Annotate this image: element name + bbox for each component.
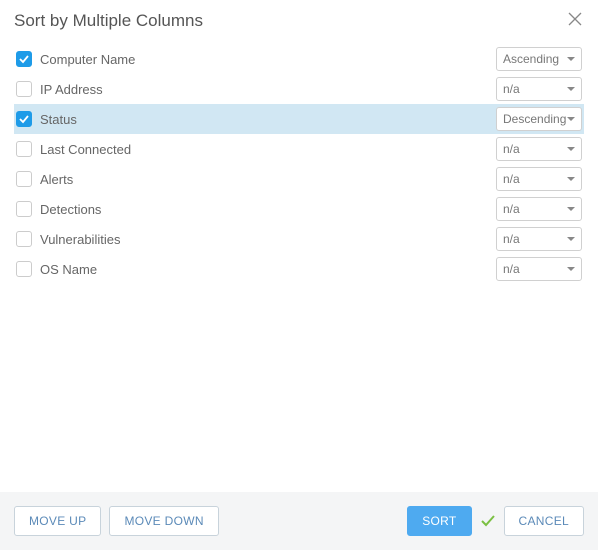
column-row-left: Detections — [16, 201, 101, 217]
order-select[interactable]: n/a — [496, 227, 582, 251]
column-row[interactable]: Status Descending — [14, 104, 584, 134]
column-row[interactable]: Detections n/a — [14, 194, 584, 224]
order-select[interactable]: n/a — [496, 77, 582, 101]
order-select[interactable]: Ascending — [496, 47, 582, 71]
success-check-icon — [480, 513, 496, 529]
column-row[interactable]: Computer Name Ascending — [14, 44, 584, 74]
order-select[interactable]: n/a — [496, 167, 582, 191]
column-row[interactable]: OS Name n/a — [14, 254, 584, 284]
column-row-left: Last Connected — [16, 141, 131, 157]
column-label: OS Name — [40, 262, 97, 277]
order-select-value: Ascending — [503, 52, 559, 66]
order-select-value: n/a — [503, 142, 520, 156]
chevron-down-icon — [567, 177, 575, 181]
order-select-value: n/a — [503, 232, 520, 246]
order-select[interactable]: n/a — [496, 257, 582, 281]
chevron-down-icon — [567, 237, 575, 241]
column-row-left: IP Address — [16, 81, 103, 97]
column-checkbox[interactable] — [16, 231, 32, 247]
order-select-value: Descending — [503, 112, 566, 126]
column-row[interactable]: Last Connected n/a — [14, 134, 584, 164]
dialog-footer: MOVE UP MOVE DOWN SORT CANCEL — [0, 492, 598, 550]
chevron-down-icon — [567, 57, 575, 61]
order-select-value: n/a — [503, 172, 520, 186]
column-row-left: OS Name — [16, 261, 97, 277]
order-select-value: n/a — [503, 82, 520, 96]
column-checkbox[interactable] — [16, 171, 32, 187]
column-label: Detections — [40, 202, 101, 217]
order-select[interactable]: n/a — [496, 137, 582, 161]
column-checkbox[interactable] — [16, 81, 32, 97]
cancel-button[interactable]: CANCEL — [504, 506, 584, 536]
column-checkbox[interactable] — [16, 261, 32, 277]
dialog-header: Sort by Multiple Columns — [0, 0, 598, 38]
column-checkbox[interactable] — [16, 201, 32, 217]
move-down-button[interactable]: MOVE DOWN — [109, 506, 218, 536]
column-row-left: Computer Name — [16, 51, 135, 67]
column-list: Computer Name Ascending IP Address n/a Statu… — [0, 38, 598, 492]
column-label: Status — [40, 112, 77, 127]
sort-button[interactable]: SORT — [407, 506, 471, 536]
column-checkbox[interactable] — [16, 111, 32, 127]
column-row[interactable]: IP Address n/a — [14, 74, 584, 104]
column-checkbox[interactable] — [16, 51, 32, 67]
order-select-value: n/a — [503, 202, 520, 216]
column-row-left: Vulnerabilities — [16, 231, 120, 247]
column-row[interactable]: Vulnerabilities n/a — [14, 224, 584, 254]
order-select[interactable]: n/a — [496, 197, 582, 221]
chevron-down-icon — [567, 267, 575, 271]
chevron-down-icon — [567, 117, 575, 121]
column-label: Computer Name — [40, 52, 135, 67]
order-select[interactable]: Descending — [496, 107, 582, 131]
column-label: Alerts — [40, 172, 73, 187]
column-label: Vulnerabilities — [40, 232, 120, 247]
chevron-down-icon — [567, 147, 575, 151]
column-label: Last Connected — [40, 142, 131, 157]
column-row[interactable]: Alerts n/a — [14, 164, 584, 194]
dialog-title: Sort by Multiple Columns — [14, 11, 203, 31]
column-row-left: Status — [16, 111, 77, 127]
column-label: IP Address — [40, 82, 103, 97]
chevron-down-icon — [567, 87, 575, 91]
close-icon — [568, 12, 582, 26]
close-button[interactable] — [566, 10, 584, 32]
column-checkbox[interactable] — [16, 141, 32, 157]
chevron-down-icon — [567, 207, 575, 211]
move-up-button[interactable]: MOVE UP — [14, 506, 101, 536]
order-select-value: n/a — [503, 262, 520, 276]
column-row-left: Alerts — [16, 171, 73, 187]
